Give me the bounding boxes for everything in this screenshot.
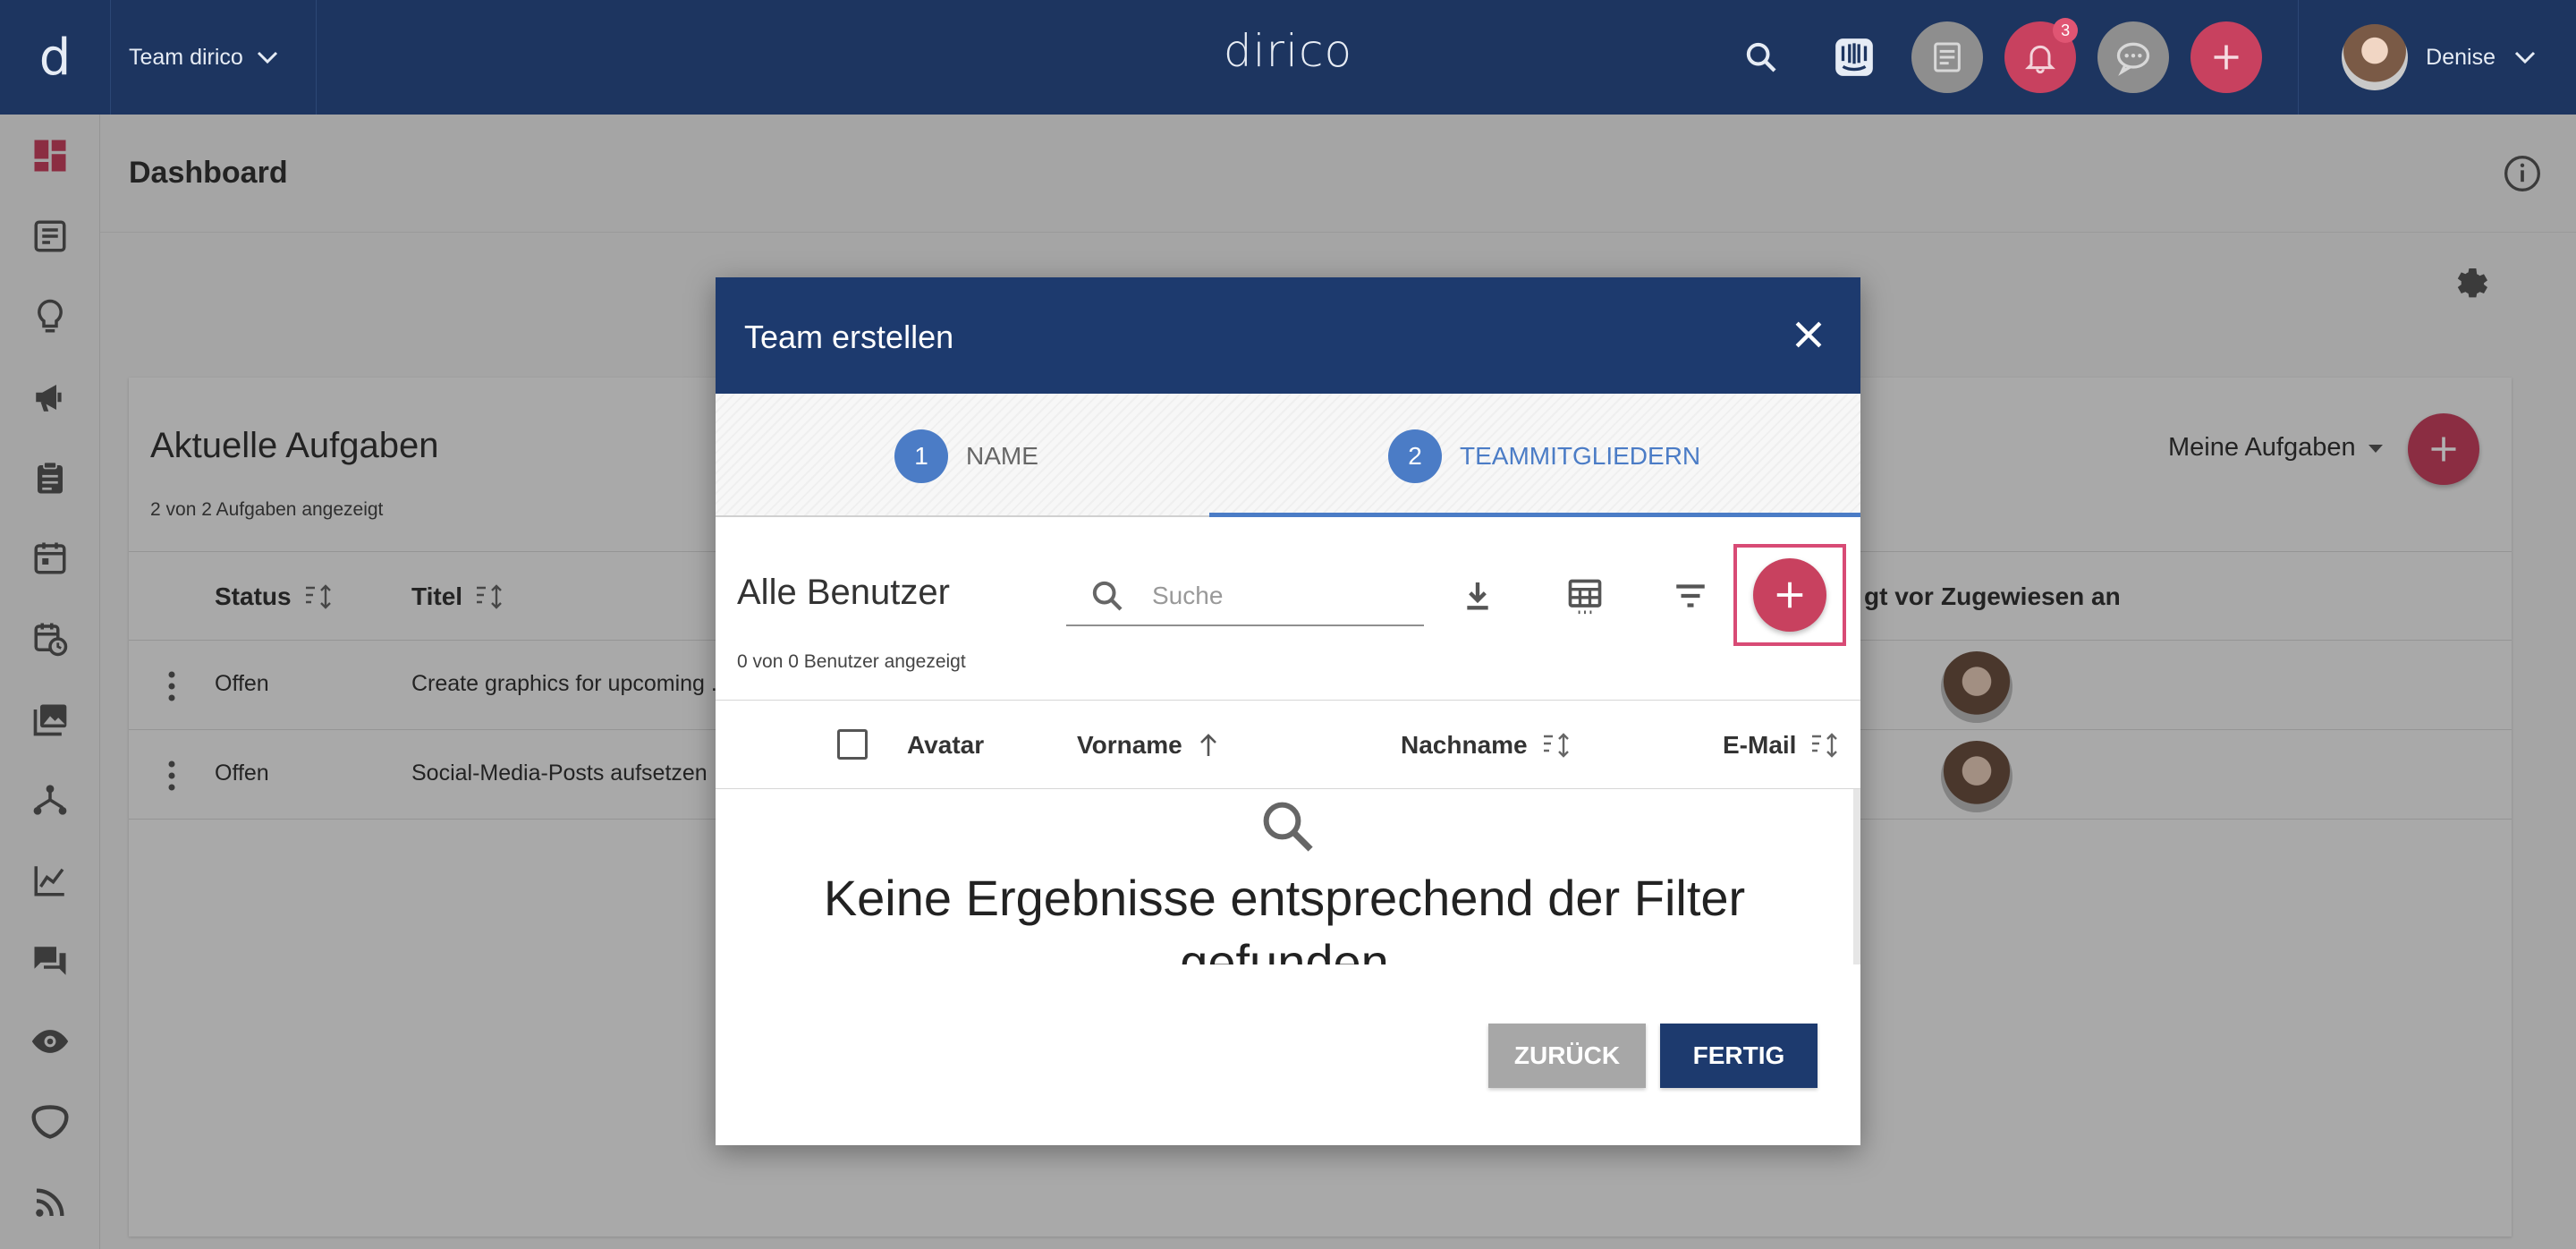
create-team-dialog: Team erstellen 1 NAME 2 TEAMMITGLIEDERN … bbox=[716, 277, 1860, 1145]
chevron-down-icon bbox=[2514, 51, 2536, 64]
chevron-down-icon bbox=[257, 51, 277, 64]
dialog-title: Team erstellen bbox=[744, 319, 954, 355]
chat-icon bbox=[2117, 42, 2150, 76]
search-icon bbox=[1263, 802, 1313, 852]
intercom-icon bbox=[1835, 38, 1874, 76]
column-email-label: E-Mail bbox=[1723, 731, 1797, 759]
dialog-header: Team erstellen bbox=[716, 277, 1860, 394]
user-search bbox=[1066, 567, 1424, 626]
download-icon bbox=[1467, 582, 1488, 610]
top-navbar: d Team dirico dirico 3 Denise bbox=[0, 0, 2576, 115]
notifications-button[interactable]: 3 bbox=[2004, 18, 2079, 93]
back-button[interactable]: ZURÜCK bbox=[1488, 1024, 1646, 1088]
step-number: 2 bbox=[1388, 429, 1442, 483]
table-columns-icon bbox=[1568, 579, 1602, 615]
brand-name: dirico bbox=[1223, 25, 1353, 77]
step-label: NAME bbox=[966, 442, 1038, 470]
active-step-indicator bbox=[1209, 513, 1860, 517]
column-email[interactable]: E-Mail bbox=[1723, 731, 1841, 760]
sort-icon bbox=[1812, 733, 1838, 758]
close-button[interactable] bbox=[1789, 315, 1828, 359]
select-all-checkbox[interactable] bbox=[837, 729, 868, 760]
step-label: TEAMMITGLIEDERN bbox=[1460, 442, 1701, 470]
step-number: 1 bbox=[894, 429, 948, 483]
sort-icon bbox=[1543, 733, 1569, 758]
empty-state-message: Keine Ergebnisse entsprechend der Filter… bbox=[823, 870, 1746, 964]
users-subtitle: 0 von 0 Benutzer angezeigt bbox=[737, 651, 966, 672]
empty-search-icon bbox=[1258, 796, 1317, 860]
step-team-members[interactable]: 2 TEAMMITGLIEDERN bbox=[1388, 429, 1700, 483]
download-button[interactable] bbox=[1451, 569, 1504, 623]
users-title: Alle Benutzer bbox=[737, 573, 950, 612]
chat-button[interactable] bbox=[2097, 21, 2170, 93]
add-user-highlight bbox=[1733, 544, 1846, 646]
app-logo[interactable]: d bbox=[0, 0, 111, 115]
plus-icon bbox=[1776, 582, 1803, 608]
notification-badge: 3 bbox=[2053, 18, 2079, 43]
search-icon bbox=[1092, 581, 1123, 611]
scrollbar[interactable] bbox=[1853, 789, 1860, 964]
column-avatar-label: Avatar bbox=[907, 731, 985, 759]
step-name[interactable]: 1 NAME bbox=[894, 429, 1038, 483]
plus-icon bbox=[2214, 45, 2239, 70]
user-menu[interactable]: Denise bbox=[2298, 0, 2576, 115]
bell-icon bbox=[2025, 45, 2056, 74]
filter-button[interactable] bbox=[1664, 569, 1717, 623]
column-lastname-label: Nachname bbox=[1401, 731, 1528, 759]
search-button[interactable] bbox=[1725, 21, 1797, 93]
done-button[interactable]: FERTIG bbox=[1660, 1024, 1818, 1088]
filter-icon bbox=[1676, 584, 1705, 608]
close-icon bbox=[1795, 321, 1822, 348]
column-avatar: Avatar bbox=[907, 731, 984, 760]
notes-icon bbox=[1934, 42, 1962, 72]
notes-button[interactable] bbox=[1911, 21, 1984, 93]
empty-state: Keine Ergebnisse entsprechend der Filter… bbox=[716, 789, 1853, 964]
team-selector[interactable]: Team dirico bbox=[111, 0, 317, 115]
intercom-button[interactable] bbox=[1818, 21, 1890, 93]
columns-button[interactable] bbox=[1558, 569, 1612, 623]
team-selector-label: Team dirico bbox=[129, 44, 243, 70]
create-button[interactable] bbox=[2190, 21, 2263, 93]
user-name: Denise bbox=[2426, 44, 2496, 70]
avatar bbox=[2342, 24, 2409, 90]
users-table-header: Avatar Vorname Nachname E-Mail bbox=[716, 700, 1860, 789]
search-icon bbox=[1747, 42, 1776, 72]
stepper: 1 NAME 2 TEAMMITGLIEDERN bbox=[716, 394, 1860, 517]
add-user-button[interactable] bbox=[1753, 558, 1826, 632]
search-input[interactable] bbox=[1152, 582, 1402, 610]
column-firstname-label: Vorname bbox=[1077, 731, 1182, 759]
logo-letter: d bbox=[38, 28, 72, 87]
arrow-up-icon bbox=[1199, 734, 1216, 756]
column-firstname[interactable]: Vorname bbox=[1077, 731, 1220, 760]
column-lastname[interactable]: Nachname bbox=[1401, 731, 1572, 760]
